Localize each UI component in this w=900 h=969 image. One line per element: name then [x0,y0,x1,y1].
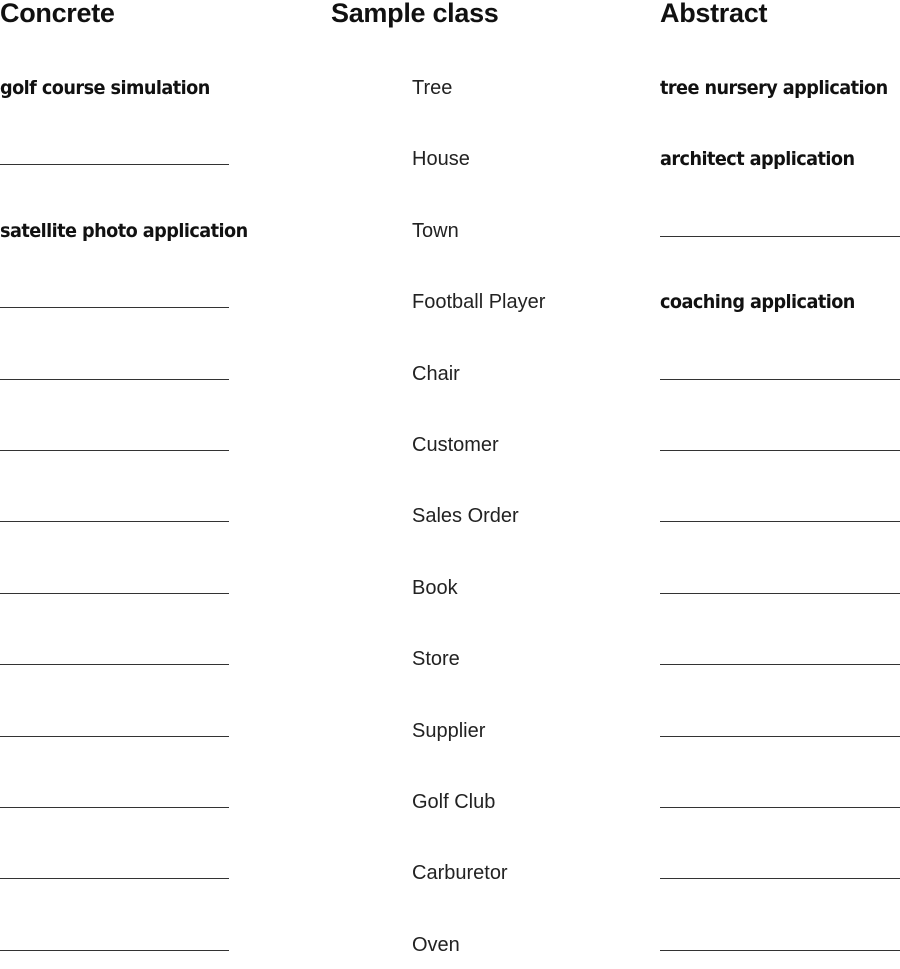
answer-underline [0,664,229,666]
answer-underline [0,307,229,309]
answer-underline [660,450,900,451]
concrete-blank-line[interactable] [0,572,240,604]
concrete-column-header: Concrete [0,0,115,28]
worksheet-row: Chair [0,358,900,398]
concrete-blank-line[interactable] [0,786,240,818]
worksheet-row: Book [0,572,900,612]
abstract-blank-line[interactable] [660,215,900,247]
abstract-blank-line[interactable] [660,358,900,390]
abstract-blank-line[interactable] [660,857,900,889]
answer-underline [660,521,900,523]
sample-class-label: Sales Order [412,505,519,528]
sample-class-column-header: Sample class [331,0,499,28]
answer-underline [660,949,900,951]
sample-class-label: Golf Club [412,791,496,813]
abstract-blank-line[interactable] [660,572,900,604]
worksheet-row: Sales Order [0,500,900,540]
sample-class-label: Carburetor [412,862,508,885]
answer-underline [0,807,229,808]
answer-underline [0,164,229,166]
abstract-blank-line[interactable] [660,643,900,675]
answer-underline [0,949,229,951]
worksheet-row: Football Player coaching application [0,286,900,326]
answer-underline [0,521,229,523]
concrete-blank-line[interactable] [0,286,240,318]
abstract-blank-line[interactable] [660,715,900,747]
answer-underline [660,878,900,880]
worksheet-row: Golf Club [0,786,900,826]
sample-class-label: Store [412,648,460,671]
answer-underline [660,592,900,594]
worksheet-row: House architect application [0,143,900,183]
sample-class-label: Football Player [412,291,546,314]
answer-underline [660,378,900,380]
sample-class-label: Tree [412,77,453,99]
abstract-blank-line[interactable] [660,500,900,532]
sample-class-label: Customer [412,434,499,456]
abstract-blank-line[interactable] [660,786,900,818]
concrete-blank-line[interactable] [0,643,240,675]
worksheet-row: Store [0,643,900,683]
worksheet-row: Customer [0,429,900,469]
sample-class-label: Book [412,576,458,599]
answer-underline [0,592,229,594]
answer-underline [0,735,229,737]
abstract-blank-line[interactable] [660,429,900,461]
worksheet-row: Supplier [0,715,900,755]
worksheet-row: satellite photo application Town [0,215,900,255]
concrete-blank-line[interactable] [0,500,240,532]
worksheet-row: Carburetor [0,857,900,897]
worksheet-row: golf course simulation Tree tree nursery a… [0,72,900,112]
answer-underline [660,664,900,666]
answer-underline [660,807,900,808]
concrete-blank-line[interactable] [0,715,240,747]
sample-class-label: House [412,148,470,171]
answer-underline [660,235,900,237]
concrete-blank-line[interactable] [0,143,240,175]
concrete-answer: satellite photo application [0,219,248,242]
concrete-blank-line[interactable] [0,857,240,889]
concrete-answer: golf course simulation [0,77,210,99]
abstract-answer: architect application [660,148,855,171]
sample-class-label: Supplier [412,719,486,742]
abstract-column-header: Abstract [660,0,768,28]
worksheet-row: Oven [0,929,900,969]
answer-underline [0,450,229,451]
answer-underline [660,735,900,737]
answer-underline [0,878,229,880]
sample-class-label: Town [412,219,459,242]
sample-class-label: Chair [412,362,460,385]
abstract-answer: tree nursery application [660,77,888,99]
answer-underline [0,378,229,380]
abstract-answer: coaching application [660,291,855,314]
concrete-blank-line[interactable] [0,358,240,390]
concrete-blank-line[interactable] [0,429,240,461]
